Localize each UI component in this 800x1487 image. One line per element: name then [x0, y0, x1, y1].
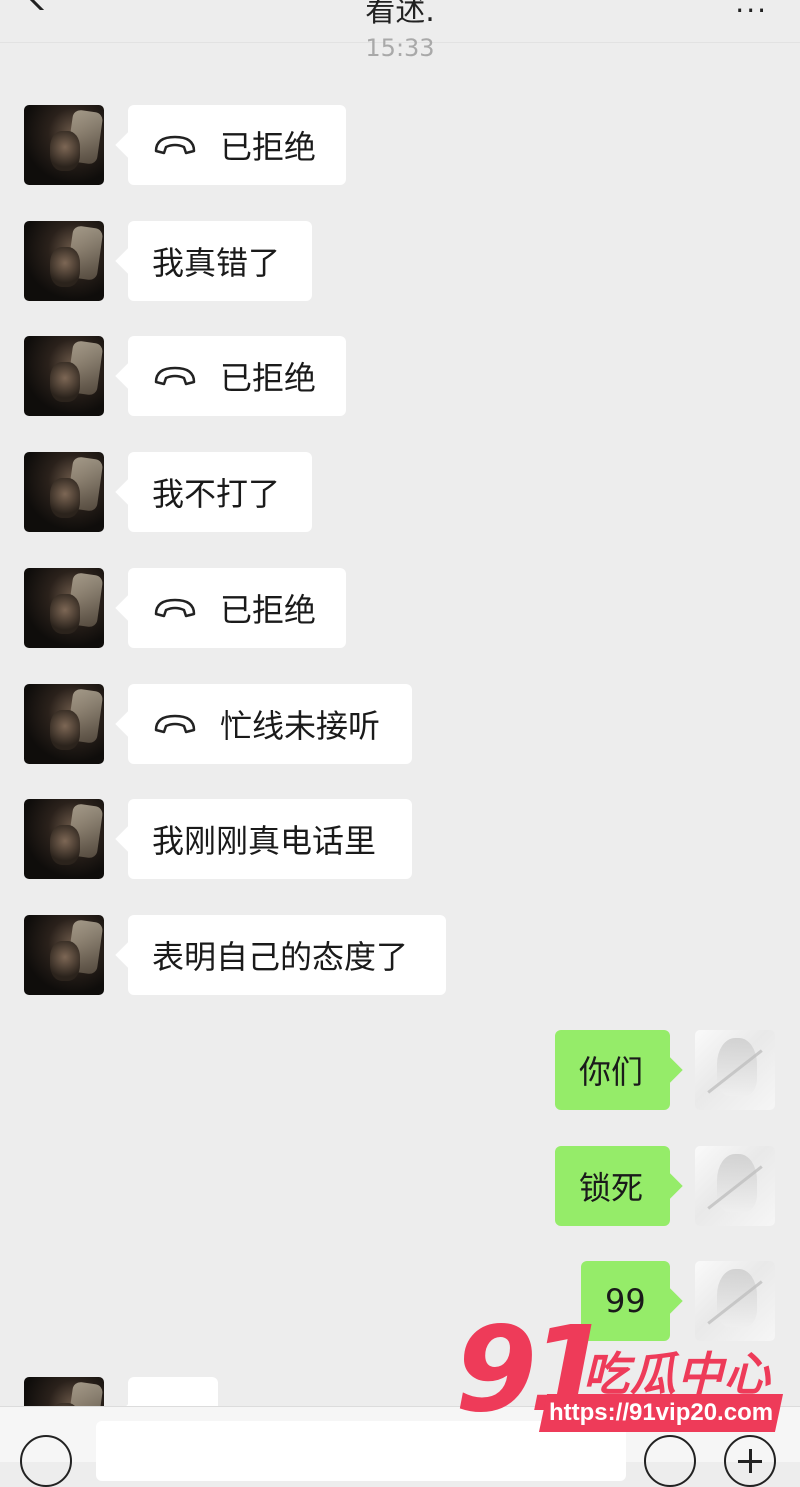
call-record-bubble[interactable]: 已拒绝 — [128, 336, 346, 416]
message-text: 99 — [605, 1282, 646, 1320]
voice-icon[interactable] — [20, 1435, 72, 1487]
call-declined-icon — [154, 366, 196, 386]
text-message-bubble[interactable]: 我不打了 — [128, 452, 312, 532]
message-row: 我真错了 — [0, 221, 800, 301]
my-avatar[interactable] — [695, 1261, 775, 1341]
plus-icon[interactable] — [724, 1435, 776, 1487]
message-row: 我不打了 — [0, 452, 800, 532]
contact-avatar[interactable] — [24, 915, 104, 995]
message-text: 锁死 — [579, 1169, 644, 1207]
contact-avatar[interactable] — [24, 452, 104, 532]
contact-avatar[interactable] — [24, 799, 104, 879]
message-text: 已拒绝 — [220, 128, 317, 166]
message-input[interactable] — [96, 1421, 626, 1481]
text-message-bubble[interactable]: 我刚刚真电话里 — [128, 799, 412, 879]
contact-avatar[interactable] — [24, 105, 104, 185]
call-missed-icon — [154, 714, 196, 734]
more-options-icon[interactable]: ··· — [735, 0, 768, 27]
message-row: 你们 — [0, 1030, 800, 1110]
message-row: 99 — [0, 1261, 800, 1341]
call-record-bubble[interactable]: 忙线未接听 — [128, 684, 412, 764]
message-row: 表明自己的态度了 — [0, 915, 800, 995]
message-text: 我真错了 — [152, 244, 281, 282]
message-row: 已拒绝 — [0, 105, 800, 185]
message-row: 已拒绝 — [0, 336, 800, 416]
chat-title: 看述. — [365, 0, 435, 29]
call-record-bubble[interactable]: 已拒绝 — [128, 105, 346, 185]
call-record-bubble[interactable]: 已拒绝 — [128, 568, 346, 648]
text-message-bubble[interactable]: 我真错了 — [128, 221, 312, 301]
contact-avatar[interactable] — [24, 684, 104, 764]
message-text: 你们 — [579, 1053, 644, 1091]
contact-avatar[interactable] — [24, 568, 104, 648]
text-message-bubble[interactable]: 99 — [581, 1261, 670, 1341]
message-text: 表明自己的态度了 — [152, 938, 409, 976]
text-message-bubble[interactable]: 锁死 — [555, 1146, 670, 1226]
call-declined-icon — [154, 135, 196, 155]
my-avatar[interactable] — [695, 1030, 775, 1110]
text-message-bubble[interactable]: 你们 — [555, 1030, 670, 1110]
message-row: 忙线未接听 — [0, 684, 800, 764]
call-declined-icon — [154, 598, 196, 618]
message-text: 已拒绝 — [220, 359, 317, 397]
text-message-bubble[interactable]: 表明自己的态度了 — [128, 915, 446, 995]
message-row: 已拒绝 — [0, 568, 800, 648]
contact-avatar[interactable] — [24, 221, 104, 301]
message-text: 我不打了 — [152, 475, 281, 513]
message-text: 已拒绝 — [220, 591, 317, 629]
message-row: 锁死 — [0, 1146, 800, 1226]
contact-avatar[interactable] — [24, 336, 104, 416]
my-avatar[interactable] — [695, 1146, 775, 1226]
input-toolbar — [0, 1406, 800, 1487]
message-text: 我刚刚真电话里 — [152, 822, 377, 860]
emoji-icon[interactable] — [644, 1435, 696, 1487]
message-text: 忙线未接听 — [220, 707, 381, 745]
message-timestamp: 15:33 — [365, 34, 435, 62]
message-row: 我刚刚真电话里 — [0, 799, 800, 879]
